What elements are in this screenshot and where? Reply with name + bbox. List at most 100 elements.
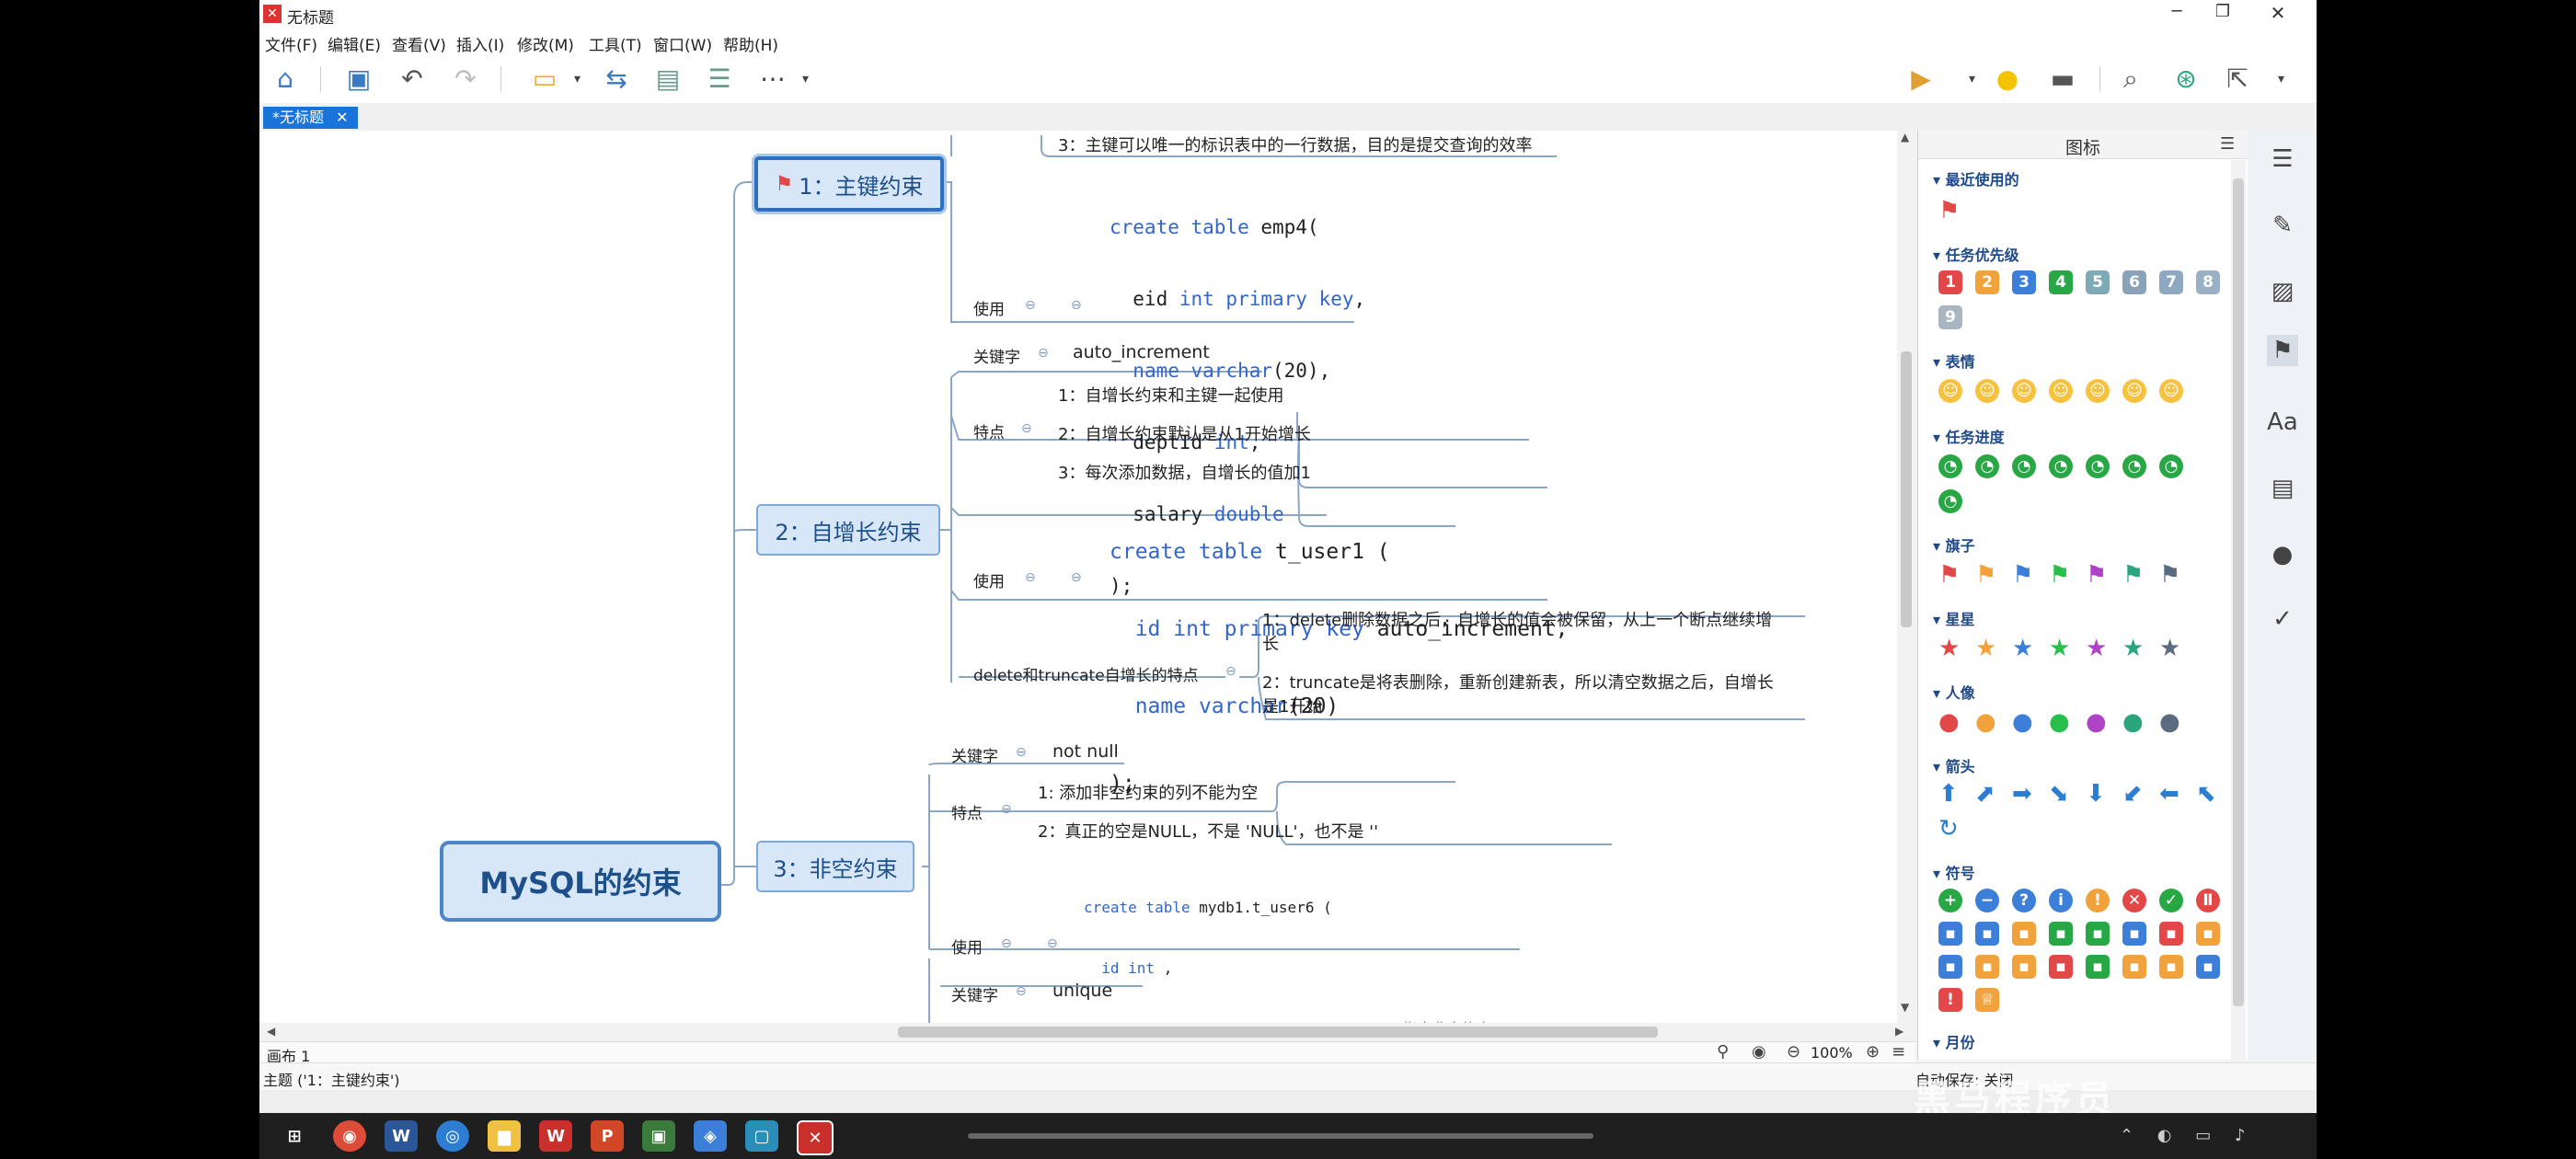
eye-icon[interactable]: ◉ bbox=[1752, 1042, 1766, 1061]
symbol-icon[interactable]: ▪ bbox=[2122, 922, 2146, 946]
ai-delete-note-2b[interactable]: 是1开始 bbox=[1262, 694, 1322, 717]
format-icon[interactable]: ☰ bbox=[2267, 143, 2298, 175]
topic-not-null[interactable]: 3：非空约束 bbox=[756, 841, 914, 892]
pk-note-3[interactable]: 3：主键可以唯一的标识表中的一行数据，目的是提交查询的效率 bbox=[1058, 132, 1532, 156]
star-icon[interactable]: ★ bbox=[1975, 635, 1996, 662]
menu-modify[interactable]: 修改(M) bbox=[517, 32, 574, 55]
ai-use-label[interactable]: 使用 bbox=[973, 568, 1005, 591]
nn-feature-label[interactable]: 特点 bbox=[951, 800, 983, 823]
pk-use-label[interactable]: 使用 bbox=[973, 296, 1005, 319]
collapse-icon[interactable]: ⊖ bbox=[1016, 984, 1027, 999]
ai-delete-note-1a[interactable]: 1：delete删除数据之后，自增长的值会被保留，从上一个断点继续增 bbox=[1262, 607, 1772, 631]
symbol-icon[interactable]: ! bbox=[2086, 889, 2110, 912]
emoji-icon[interactable]: ☺ bbox=[2012, 379, 2036, 403]
symbol-icon[interactable]: ? bbox=[2012, 889, 2036, 912]
progress-icon[interactable]: ◔ bbox=[2086, 454, 2110, 478]
section-symbols[interactable]: ▾ 符号 bbox=[1933, 861, 1975, 883]
symbol-icon[interactable]: ♕ bbox=[1975, 988, 1999, 1012]
task-icon[interactable]: ✓ bbox=[2267, 603, 2298, 635]
collapse-icon[interactable]: ⊖ bbox=[1001, 936, 1012, 951]
emoji-icon[interactable]: ☺ bbox=[1938, 379, 1962, 403]
symbol-icon[interactable]: − bbox=[1975, 889, 1999, 912]
nn-feature-2[interactable]: 2：真正的空是NULL，不是 'NULL'，也不是 '' bbox=[1038, 819, 1378, 843]
progress-icon[interactable]: ◔ bbox=[1938, 454, 1962, 478]
vertical-scrollbar[interactable]: ▲ ▼ bbox=[1897, 131, 1915, 1023]
menu-view[interactable]: 查看(V) bbox=[392, 32, 446, 55]
symbol-icon[interactable]: ▪ bbox=[2012, 922, 2036, 946]
collapse-icon[interactable]: ⊖ bbox=[1071, 298, 1082, 313]
nn-use-label[interactable]: 使用 bbox=[951, 935, 983, 958]
flag-panel-icon[interactable]: ⚑ bbox=[2267, 335, 2298, 366]
priority-6-icon[interactable]: 6 bbox=[2122, 270, 2146, 294]
ai-delete-note-1b[interactable]: 长 bbox=[1262, 631, 1279, 655]
zoom-out-button[interactable]: ⊖ bbox=[1787, 1042, 1800, 1061]
arrow-icon[interactable]: ⬅ bbox=[2159, 780, 2179, 808]
symbol-icon[interactable]: ▪ bbox=[1975, 955, 1999, 979]
person-icon[interactable]: ● bbox=[2086, 708, 2107, 736]
priority-5-icon[interactable]: 5 bbox=[2086, 270, 2110, 294]
star-icon[interactable]: ★ bbox=[2086, 635, 2107, 662]
notes-icon[interactable]: ▤ bbox=[2267, 473, 2298, 504]
symbol-icon[interactable]: ▪ bbox=[2012, 955, 2036, 979]
emoji-icon[interactable]: ☺ bbox=[2049, 379, 2073, 403]
arrow-icon[interactable]: ⬊ bbox=[2049, 780, 2069, 808]
menu-help[interactable]: 帮助(H) bbox=[723, 32, 778, 55]
symbol-icon[interactable]: ▪ bbox=[2159, 922, 2183, 946]
ai-feature-2[interactable]: 2：自增长约束默认是从1开始增长 bbox=[1058, 421, 1311, 445]
wps-icon[interactable]: W bbox=[539, 1120, 572, 1152]
section-stars[interactable]: ▾ 星星 bbox=[1933, 607, 1975, 629]
collapse-icon[interactable]: ⊖ bbox=[1016, 745, 1027, 760]
arrow-icon[interactable]: ⬆ bbox=[1938, 780, 1959, 808]
chevron-down-icon[interactable]: ▾ bbox=[574, 72, 581, 86]
symbol-icon[interactable]: ! bbox=[1938, 988, 1962, 1012]
flag-icon[interactable]: ⚑ bbox=[1938, 561, 1960, 589]
ai-delete-note-2a[interactable]: 2：truncate是将表删除，重新创建新表，所以清空数据之后，自增长 bbox=[1262, 670, 1774, 694]
section-people[interactable]: ▾ 人像 bbox=[1933, 681, 1975, 703]
person-icon[interactable]: ● bbox=[1938, 708, 1960, 736]
person-icon[interactable]: ● bbox=[1975, 708, 1996, 736]
flag-icon[interactable]: ⚑ bbox=[1975, 561, 1996, 589]
collapse-icon[interactable]: ⊖ bbox=[1047, 936, 1058, 951]
menu-tools[interactable]: 工具(T) bbox=[589, 32, 642, 55]
folder-icon[interactable]: ▆ bbox=[488, 1120, 521, 1152]
person-icon[interactable]: ● bbox=[2122, 708, 2144, 736]
filter-icon[interactable]: ⚲ bbox=[1717, 1042, 1729, 1061]
star-icon[interactable]: ★ bbox=[1938, 635, 1960, 662]
topic-icon[interactable]: ▭ bbox=[526, 64, 563, 94]
maximize-button[interactable]: ❐ bbox=[2204, 2, 2241, 26]
outline-icon[interactable]: ▬ bbox=[2044, 64, 2081, 94]
ai-keyword[interactable]: auto_increment bbox=[1073, 342, 1210, 362]
nn-keyword-label[interactable]: 关键字 bbox=[951, 743, 998, 766]
brush-icon[interactable]: ✎ bbox=[2267, 210, 2298, 241]
collapse-icon[interactable]: ⊖ bbox=[1071, 570, 1082, 585]
priority-4-icon[interactable]: 4 bbox=[2049, 270, 2073, 294]
section-progress[interactable]: ▾ 任务进度 bbox=[1933, 425, 2005, 447]
symbol-icon[interactable]: + bbox=[1938, 889, 1962, 912]
horizontal-scroll-thumb[interactable] bbox=[898, 1027, 1658, 1038]
flag-icon[interactable]: ⚑ bbox=[2049, 561, 2070, 589]
symbol-icon[interactable]: ▪ bbox=[2049, 922, 2073, 946]
chrome-icon[interactable]: ◉ bbox=[333, 1120, 366, 1152]
presentation-icon[interactable]: ▶ bbox=[1903, 64, 1939, 94]
priority-3-icon[interactable]: 3 bbox=[2012, 270, 2036, 294]
arrow-icon[interactable]: ⬋ bbox=[2122, 780, 2143, 808]
chevron-down-icon[interactable]: ▾ bbox=[1969, 72, 1975, 86]
comment-icon[interactable]: ● bbox=[2267, 539, 2298, 570]
symbol-icon[interactable]: i bbox=[2049, 889, 2073, 912]
root-topic[interactable]: MySQL的约束 bbox=[440, 841, 721, 922]
text-icon[interactable]: Aa bbox=[2267, 407, 2298, 438]
boundary-icon[interactable]: ▤ bbox=[650, 64, 686, 94]
panel-scrollbar[interactable] bbox=[2231, 160, 2246, 1060]
arrow-icon[interactable]: ➡ bbox=[2012, 780, 2032, 808]
menu-file[interactable]: 文件(F) bbox=[265, 32, 317, 55]
tab-untitled[interactable]: *无标题 ✕ bbox=[263, 107, 358, 129]
flag-icon[interactable]: ⚑ bbox=[2012, 561, 2033, 589]
redo-icon[interactable]: ↷ bbox=[447, 64, 484, 94]
symbol-icon[interactable]: ▪ bbox=[1975, 922, 1999, 946]
star-icon[interactable]: ★ bbox=[2122, 635, 2144, 662]
flag-icon[interactable]: ⚑ bbox=[2122, 561, 2144, 589]
save-icon[interactable]: ▣ bbox=[340, 64, 377, 94]
uq-keyword-label[interactable]: 关键字 bbox=[951, 982, 998, 1005]
ai-delete-label[interactable]: delete和truncate自增长的特点 bbox=[973, 662, 1199, 685]
menu-insert[interactable]: 插入(I) bbox=[456, 32, 504, 55]
